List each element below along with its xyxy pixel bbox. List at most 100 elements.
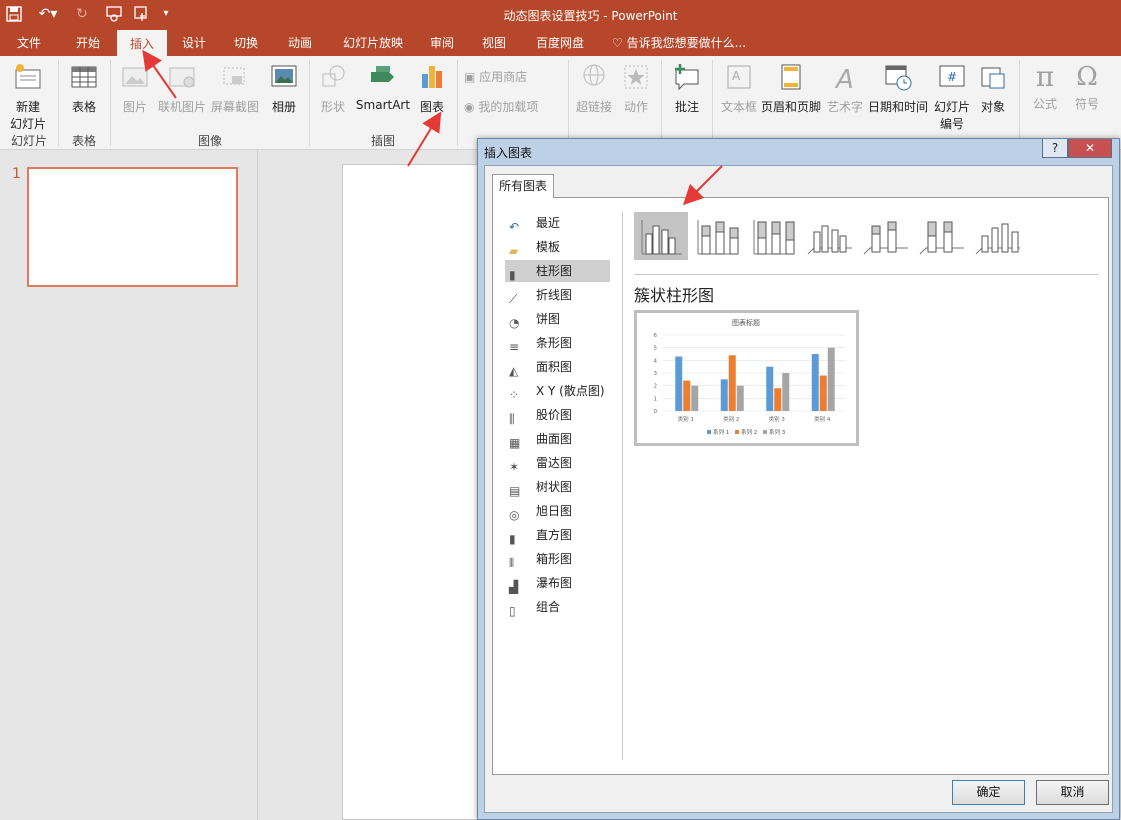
tab-review[interactable]: 审阅 — [420, 30, 464, 56]
help-button[interactable]: ? — [1042, 139, 1068, 158]
chart-category-item[interactable]: ⁘ X Y (散点图) — [505, 380, 610, 402]
scatter-chart-icon: ⁘ — [509, 388, 520, 402]
chart-category-item[interactable]: ▮ 直方图 — [505, 524, 610, 546]
legend-swatch — [707, 430, 711, 434]
slide-thumbnail[interactable] — [27, 167, 238, 287]
my-addins-button[interactable]: ◉ 我的加载项 — [464, 98, 564, 115]
chart-category-item[interactable]: ▮ 柱形图 — [505, 260, 610, 282]
hyperlink-button[interactable]: 超链接 — [573, 60, 615, 115]
chart-category-label: 旭日图 — [536, 504, 573, 518]
chart-category-item[interactable]: ▯ 组合 — [505, 596, 610, 618]
ok-button[interactable]: 确定 — [952, 780, 1025, 805]
cancel-button[interactable]: 取消 — [1036, 780, 1109, 805]
surface-chart-icon: ▦ — [509, 436, 521, 450]
slide-number-icon: # — [939, 65, 965, 87]
chart-category-item[interactable]: ◔ 饼图 — [505, 308, 610, 330]
chart-button[interactable]: 图表 — [414, 60, 450, 115]
stacked-column-option[interactable] — [690, 212, 744, 260]
dialog-title: 插入图表 — [484, 146, 533, 160]
3d-column-option[interactable] — [970, 212, 1024, 260]
picture-icon — [122, 67, 148, 87]
bar — [811, 354, 819, 411]
symbol-button[interactable]: Ω 符号 — [1068, 60, 1106, 112]
title-bar: ↶▾ ↻ ▾ 动态图表设置技巧 - PowerPoint — [0, 0, 1121, 30]
slide-number-label-1: 幻灯片 — [933, 100, 970, 114]
new-slide-button[interactable]: 新建 幻灯片 — [4, 60, 52, 132]
percent-stacked-column-option[interactable] — [746, 212, 800, 260]
my-addins-label: 我的加载项 — [478, 100, 539, 114]
close-button[interactable]: ✕ — [1068, 139, 1112, 158]
chart-category-item[interactable]: ◎ 旭日图 — [505, 500, 610, 522]
comment-button[interactable]: 批注 — [668, 60, 706, 115]
tab-view[interactable]: 视图 — [472, 30, 516, 56]
chart-category-label: 柱形图 — [536, 264, 573, 278]
3d-clustered-column-option[interactable] — [802, 212, 856, 260]
new-slide-label-2: 幻灯片 — [9, 117, 46, 131]
equation-button[interactable]: π 公式 — [1026, 60, 1064, 112]
preview-chart: 图表标题 0 1 2 3 4 5 6 类别 1 类别 2 类别 3 类别 4 系列 1 系列 2 系列 3 — [654, 318, 845, 436]
legend-swatch — [735, 430, 739, 434]
new-slide-icon — [15, 64, 41, 89]
app-store-label: 应用商店 — [479, 70, 528, 84]
bar — [766, 366, 774, 411]
app-store-button[interactable]: ▣ 应用商店 — [464, 68, 554, 85]
3d-stacked-column-option[interactable] — [858, 212, 912, 260]
textbox-button[interactable]: A 文本框 — [718, 60, 760, 115]
slide-thumbnail-panel: 1 — [0, 150, 258, 820]
object-button[interactable]: 对象 — [976, 60, 1010, 115]
chart-category-item[interactable]: ▤ 树状图 — [505, 476, 610, 498]
chart-category-label: 瀑布图 — [536, 576, 573, 590]
ribbon-tabs: 文件 开始 插入 设计 切换 动画 幻灯片放映 审阅 视图 百度网盘 ♡ 告诉我… — [0, 30, 1121, 56]
object-label: 对象 — [980, 100, 1005, 114]
tab-slideshow[interactable]: 幻灯片放映 — [336, 30, 410, 56]
stock-chart-icon: ⫼ — [509, 412, 515, 426]
bar — [675, 356, 683, 411]
chart-category-item[interactable]: ⫴ 箱形图 — [505, 548, 610, 570]
slide-number-button[interactable]: # 幻灯片 编号 — [931, 60, 973, 132]
chart-category-item[interactable]: ▦ 曲面图 — [505, 428, 610, 450]
wordart-button[interactable]: A 艺术字 — [825, 60, 865, 115]
chart-category-item[interactable]: ▰ 模板 — [505, 236, 610, 258]
screenshot-button[interactable]: 屏幕截图 — [210, 60, 260, 115]
picture-button[interactable]: 图片 — [116, 60, 154, 115]
tab-baidu[interactable]: 百度网盘 — [528, 30, 592, 56]
chart-category-item[interactable]: ↶ 最近 — [505, 212, 610, 234]
slide-number: 1 — [12, 166, 21, 182]
box-whisker-icon: ⫴ — [509, 556, 515, 570]
tab-home[interactable]: 开始 — [64, 30, 112, 56]
y-tick-label: 5 — [654, 346, 658, 352]
chart-category-item[interactable]: ▟ 瀑布图 — [505, 572, 610, 594]
tab-design[interactable]: 设计 — [172, 30, 216, 56]
tab-animations[interactable]: 动画 — [278, 30, 322, 56]
online-picture-button[interactable]: 联机图片 — [157, 60, 207, 115]
new-slide-label-1: 新建 — [15, 100, 40, 114]
chart-category-item[interactable]: ⟋ 折线图 — [505, 284, 610, 306]
store-icon: ▣ — [464, 70, 476, 84]
datetime-button[interactable]: 日期和时间 — [867, 60, 929, 115]
chart-category-item[interactable]: ✶ 雷达图 — [505, 452, 610, 474]
shapes-button[interactable]: 形状 — [314, 60, 352, 115]
treemap-icon: ▤ — [509, 484, 521, 498]
action-button[interactable]: 动作 — [618, 60, 654, 115]
tab-file[interactable]: 文件 — [8, 30, 50, 56]
pi-icon: π — [1035, 60, 1055, 93]
album-button[interactable]: 相册 — [265, 60, 303, 115]
smartart-button[interactable]: SmartArt — [355, 60, 411, 112]
symbol-label: 符号 — [1074, 97, 1099, 111]
bar — [683, 380, 691, 411]
clustered-column-option[interactable] — [634, 212, 688, 260]
table-button[interactable]: 表格 — [64, 60, 104, 115]
chart-category-item[interactable]: ◭ 面积图 — [505, 356, 610, 378]
online-picture-label: 联机图片 — [157, 100, 206, 114]
chart-category-label: 条形图 — [536, 336, 573, 350]
tell-me-box[interactable]: ♡ 告诉我您想要做什么... — [612, 30, 752, 56]
x-tick-label: 类别 4 — [814, 415, 831, 423]
tab-transitions[interactable]: 切换 — [224, 30, 268, 56]
header-footer-button[interactable]: 页眉和页脚 — [760, 60, 822, 115]
tab-all-charts[interactable]: 所有图表 — [492, 174, 555, 198]
3d-percent-stacked-column-option[interactable] — [914, 212, 968, 260]
tab-insert[interactable]: 插入 — [117, 30, 167, 56]
textbox-label: 文本框 — [720, 100, 757, 114]
chart-category-item[interactable]: ⫼ 股价图 — [505, 404, 610, 426]
chart-category-item[interactable]: ≡ 条形图 — [505, 332, 610, 354]
